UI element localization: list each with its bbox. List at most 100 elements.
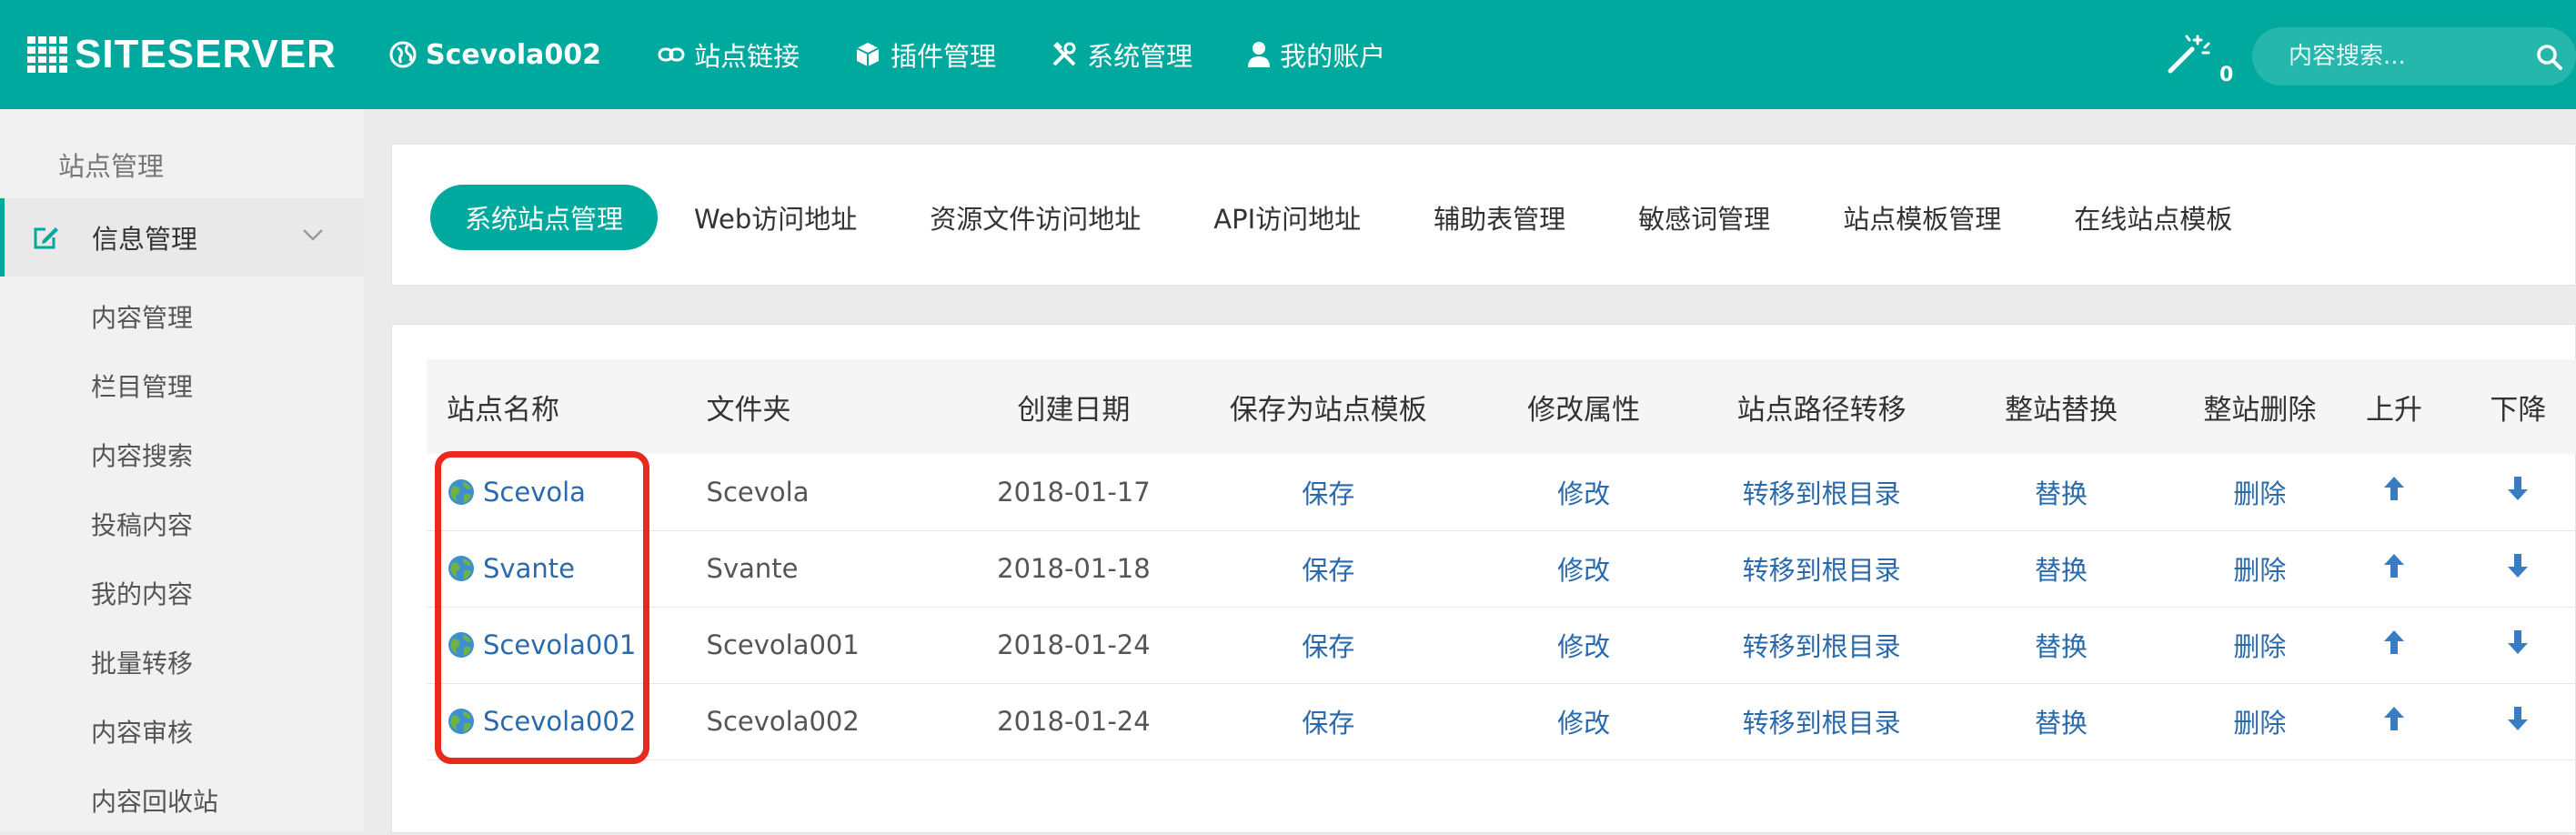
sidebar-item-contributions[interactable]: 投稿内容 <box>91 489 218 558</box>
logo[interactable]: SITESERVER <box>27 32 337 76</box>
site-name-link[interactable]: Scevola001 <box>483 629 636 660</box>
nav-plugins[interactable]: 插件管理 <box>854 35 996 74</box>
arrow-up-icon[interactable] <box>2382 629 2406 656</box>
replace-link[interactable]: 替换 <box>2035 478 2088 509</box>
cell-delete: 删除 <box>2191 607 2329 683</box>
sidebar-item-channels[interactable]: 栏目管理 <box>91 351 218 420</box>
notification-count: 0 <box>2219 64 2234 86</box>
arrow-up-icon[interactable] <box>2382 475 2406 502</box>
col-header-replace: 整站替换 <box>2005 393 2118 427</box>
edit-link[interactable]: 修改 <box>1557 708 1610 739</box>
move-to-root-link[interactable]: 转移到根目录 <box>1743 478 1901 509</box>
nav-current-site[interactable]: Scevola002 <box>389 39 601 71</box>
cell-edit: 修改 <box>1456 530 1712 607</box>
sidebar-item-search[interactable]: 内容搜索 <box>91 420 218 489</box>
delete-link[interactable]: 删除 <box>2233 555 2286 586</box>
save-template-link[interactable]: 保存 <box>1302 708 1354 739</box>
arrow-up-icon[interactable] <box>2382 705 2406 732</box>
cell-site-name: Scevola001 <box>427 607 707 683</box>
replace-link[interactable]: 替换 <box>2035 631 2088 662</box>
table-row: Scevola Scevola 2018-01-17 保存 修改 转移到根目录 … <box>427 454 2576 530</box>
tab-api-url[interactable]: API访问地址 <box>1213 185 1361 250</box>
site-name-link[interactable]: Scevola002 <box>483 706 636 737</box>
site-name-link[interactable]: Svante <box>483 553 575 584</box>
cell-delete: 删除 <box>2191 454 2329 530</box>
cell-folder: Scevola002 <box>706 706 860 737</box>
globe-icon <box>448 709 474 734</box>
tab-aux-tables[interactable]: 辅助表管理 <box>1434 185 1565 250</box>
nav-site-links[interactable]: 站点链接 <box>658 35 800 74</box>
cell-site-name: Scevola002 <box>427 683 707 760</box>
sidebar-item-recycle-bin[interactable]: 内容回收站 <box>91 766 218 835</box>
cell-replace: 替换 <box>1932 683 2191 760</box>
cell-up <box>2329 454 2460 530</box>
delete-link[interactable]: 删除 <box>2233 708 2286 739</box>
edit-link[interactable]: 修改 <box>1557 555 1610 586</box>
replace-link[interactable]: 替换 <box>2035 708 2088 739</box>
sites-table-panel: 站点名称 文件夹 创建日期 保存为站点模板 修改属性 站点路径转移 整站替换 整… <box>391 324 2576 833</box>
sites-table: 站点名称 文件夹 创建日期 保存为站点模板 修改属性 站点路径转移 整站替换 整… <box>427 359 2576 760</box>
nav-item-label: 插件管理 <box>891 41 997 72</box>
cell-replace: 替换 <box>1932 454 2191 530</box>
arrow-down-icon[interactable] <box>2506 552 2530 579</box>
edit-link[interactable]: 修改 <box>1557 631 1610 662</box>
cell-move: 转移到根目录 <box>1712 530 1932 607</box>
save-template-link[interactable]: 保存 <box>1302 631 1354 662</box>
cell-date: 2018-01-24 <box>997 706 1151 737</box>
cell-up <box>2329 530 2460 607</box>
table-row: Scevola001 Scevola001 2018-01-24 保存 修改 转… <box>427 607 2576 683</box>
cube-icon <box>856 43 880 66</box>
nav-account[interactable]: 我的账户 <box>1247 35 1385 74</box>
cell-replace: 替换 <box>1932 530 2191 607</box>
replace-link[interactable]: 替换 <box>2035 555 2088 586</box>
col-header-date: 创建日期 <box>1017 393 1131 427</box>
tab-system-sites[interactable]: 系统站点管理 <box>430 185 659 250</box>
magic-wand-icon[interactable] <box>2167 31 2212 86</box>
search-box <box>2252 27 2576 86</box>
sidebar-item-batch-move[interactable]: 批量转移 <box>91 628 218 697</box>
globe-icon <box>389 41 417 68</box>
col-header-folder: 文件夹 <box>706 393 791 427</box>
sidebar-items: 内容管理 栏目管理 内容搜索 投稿内容 我的内容 批量转移 内容审核 内容回收站 <box>91 282 218 835</box>
move-to-root-link[interactable]: 转移到根目录 <box>1743 708 1901 739</box>
tab-sensitive-words[interactable]: 敏感词管理 <box>1638 185 1770 250</box>
cell-move: 转移到根目录 <box>1712 454 1932 530</box>
nav-item-label: 站点链接 <box>694 41 800 72</box>
cell-save: 保存 <box>1201 530 1456 607</box>
globe-icon <box>448 632 474 658</box>
cell-move: 转移到根目录 <box>1712 607 1932 683</box>
search-input[interactable] <box>2289 43 2507 70</box>
tab-bar: 系统站点管理 Web访问地址 资源文件访问地址 API访问地址 辅助表管理 敏感… <box>430 185 2305 250</box>
main-nav: Scevola002 站点链接 插件管理 系统管理 我的账户 <box>389 33 1440 76</box>
site-name-link[interactable]: Scevola <box>483 477 586 508</box>
delete-link[interactable]: 删除 <box>2233 631 2286 662</box>
sidebar-item-content[interactable]: 内容管理 <box>91 282 218 351</box>
sidebar-item-review[interactable]: 内容审核 <box>91 697 218 766</box>
move-to-root-link[interactable]: 转移到根目录 <box>1743 555 1901 586</box>
save-template-link[interactable]: 保存 <box>1302 478 1354 509</box>
cell-date: 2018-01-18 <box>997 553 1151 584</box>
cell-up <box>2329 607 2460 683</box>
arrow-down-icon[interactable] <box>2506 629 2530 656</box>
sidebar-heading[interactable]: 站点管理 <box>58 146 164 184</box>
arrow-up-icon[interactable] <box>2382 552 2406 579</box>
col-header-delete: 整站删除 <box>2203 393 2317 427</box>
nav-system[interactable]: 系统管理 <box>1051 35 1192 74</box>
sites-table-body: Scevola Scevola 2018-01-17 保存 修改 转移到根目录 … <box>427 454 2576 760</box>
arrow-down-icon[interactable] <box>2506 705 2530 732</box>
globe-icon <box>448 556 474 581</box>
sidebar-group-info[interactable]: 信息管理 <box>0 198 364 277</box>
tab-web-url[interactable]: Web访问地址 <box>694 185 857 250</box>
sidebar-item-my-content[interactable]: 我的内容 <box>91 558 218 628</box>
tab-online-templates[interactable]: 在线站点模板 <box>2074 185 2232 250</box>
search-icon[interactable] <box>2536 44 2563 71</box>
tab-site-templates[interactable]: 站点模板管理 <box>1843 185 2001 250</box>
cell-folder: Scevola001 <box>706 629 860 660</box>
move-to-root-link[interactable]: 转移到根目录 <box>1743 631 1901 662</box>
edit-link[interactable]: 修改 <box>1557 478 1610 509</box>
tab-asset-url[interactable]: 资源文件访问地址 <box>930 185 1141 250</box>
save-template-link[interactable]: 保存 <box>1302 555 1354 586</box>
arrow-down-icon[interactable] <box>2506 475 2530 502</box>
delete-link[interactable]: 删除 <box>2233 478 2286 509</box>
tools-icon <box>1052 42 1076 66</box>
